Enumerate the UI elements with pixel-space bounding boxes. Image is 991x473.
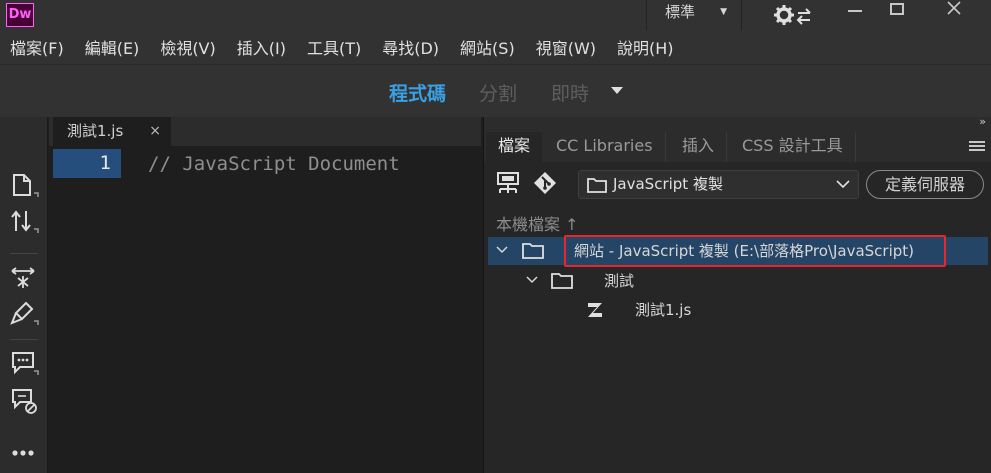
folder-icon [587,178,607,193]
caret-down-icon: ▼ [720,7,727,17]
site-select-label: JavaScript 複製 [613,175,723,193]
menu-insert[interactable]: 插入(I) [237,35,286,59]
document-tab[interactable]: 測試1.js × [53,117,171,146]
panel-menu-icon[interactable] [969,140,985,152]
panel-header-strip: ›› [484,115,991,132]
remove-comment-icon[interactable] [10,387,40,415]
toolbar-divider [10,253,38,254]
view-live-button[interactable]: 即時 [551,79,589,106]
menu-window[interactable]: 視窗(W) [536,35,596,59]
maximize-icon[interactable] [876,0,916,22]
chevron-down-icon [836,180,850,189]
workspace-label: 標準 [665,3,696,21]
folder-label: 測試 [604,272,635,290]
document-tab-strip: 測試1.js × [49,117,481,146]
folder-icon [551,273,573,289]
line-gutter: 1 [49,146,129,473]
view-switcher-bar: 程式碼 分割 即時 [0,64,991,117]
files-panel: ›› 檔案 CC Libraries 插入 CSS 設計工具 JavaScrip… [483,115,991,473]
sync-settings-icon[interactable] [770,3,816,27]
code-line[interactable]: // JavaScript Document [148,150,400,178]
git-icon[interactable] [533,171,557,195]
tab-cc-libraries[interactable]: CC Libraries [544,132,666,162]
local-files-header[interactable]: 本機檔案 ↑ [496,211,579,235]
toolbar-divider [10,339,38,340]
title-bar: Dw 標準 ▼ [0,0,991,30]
line-number: 1 [53,149,121,178]
menu-tools[interactable]: 工具(T) [307,35,361,59]
tab-insert[interactable]: 插入 [670,132,728,162]
tree-row-site[interactable]: 網站 - JavaScript 複製 (E:\部落格Pro\JavaScript… [488,235,988,267]
menu-help[interactable]: 說明(H) [617,35,674,59]
workspace-switcher[interactable]: 標準 ▼ [646,0,742,30]
js-file-icon [588,303,602,317]
minimize-icon[interactable] [836,0,872,22]
app-logo: Dw [6,3,34,27]
coding-toolbar [0,117,48,473]
panel-tab-strip: 檔案 CC Libraries 插入 CSS 設計工具 [484,132,991,162]
menu-edit[interactable]: 編輯(E) [85,35,140,59]
tab-css-designer[interactable]: CSS 設計工具 [730,132,856,162]
chevron-down-icon[interactable] [496,245,508,255]
format-code-icon[interactable] [10,299,40,327]
menu-bar: 檔案(F) 編輯(E) 檢視(V) 插入(I) 工具(T) 尋找(D) 網站(S… [0,30,991,64]
tree-row-folder[interactable]: 測試 [488,267,988,295]
tree-row-file[interactable]: 測試1.js [488,296,988,324]
menu-file[interactable]: 檔案(F) [10,35,64,59]
file-label: 測試1.js [635,301,692,319]
new-document-icon[interactable] [10,171,40,199]
document-tab-label: 測試1.js [67,122,124,140]
local-files-label: 本機檔案 [496,215,561,234]
view-code-button[interactable]: 程式碼 [389,79,446,106]
connect-server-icon[interactable] [496,172,520,194]
view-split-button[interactable]: 分割 [479,79,517,106]
menu-view[interactable]: 檢視(V) [160,35,215,59]
tab-files[interactable]: 檔案 [486,132,543,162]
view-dropdown-icon[interactable] [611,87,623,94]
expand-code-icon[interactable] [10,263,40,291]
code-editor[interactable]: 1 // JavaScript Document [49,146,481,473]
site-select[interactable]: JavaScript 複製 [578,170,859,199]
folder-icon [522,243,544,259]
more-icon[interactable] [10,439,40,467]
collapse-panel-icon[interactable]: ›› [979,115,986,128]
menu-site[interactable]: 網站(S) [460,35,515,59]
menu-find[interactable]: 尋找(D) [382,35,439,59]
define-server-button[interactable]: 定義伺服器 [866,170,984,199]
tab-close-icon[interactable]: × [149,117,161,145]
close-icon[interactable] [920,0,988,22]
file-transfer-icon[interactable] [10,207,40,235]
highlight-box [564,235,946,267]
sort-up-icon: ↑ [565,215,579,234]
comment-icon[interactable] [10,349,40,377]
files-toolbar: JavaScript 複製 定義伺服器 [484,162,991,204]
chevron-down-icon[interactable] [526,275,538,285]
